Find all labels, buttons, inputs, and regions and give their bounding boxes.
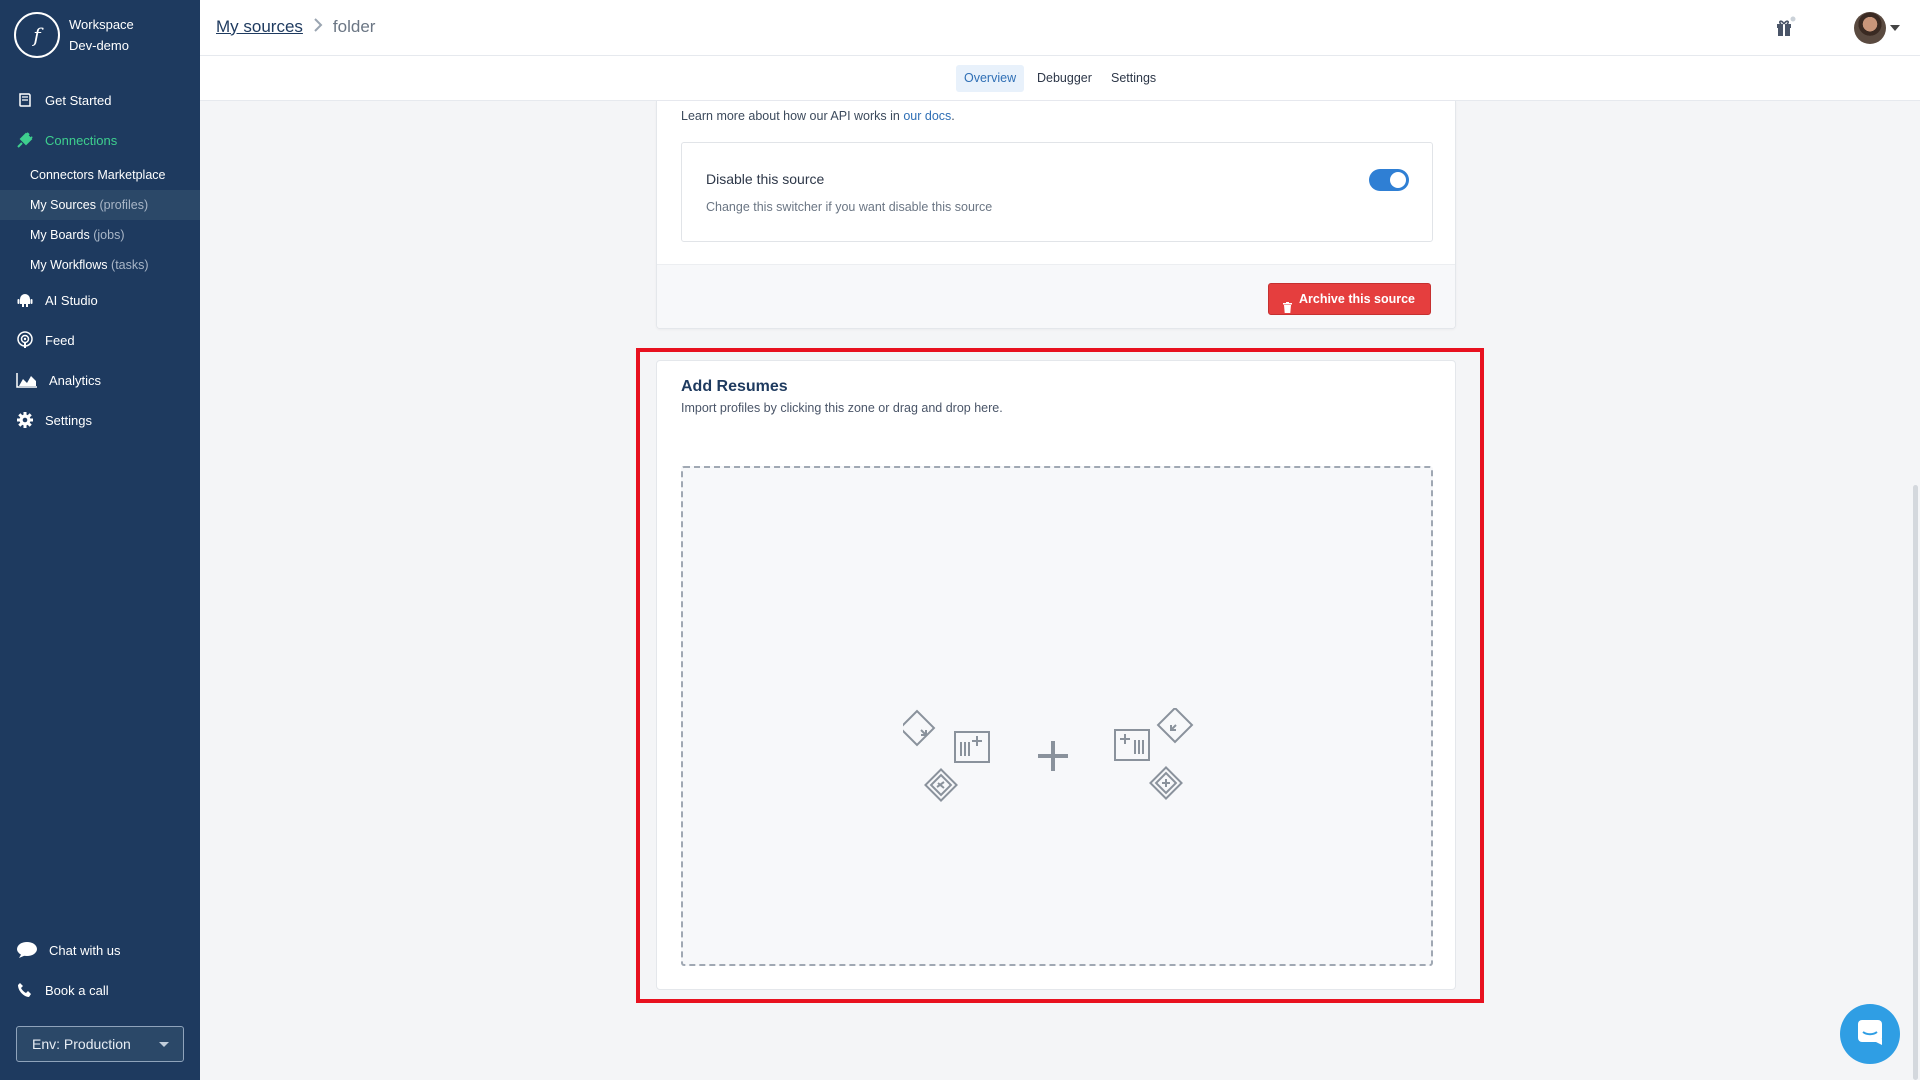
sidebar-item-analytics[interactable]: Analytics [16,371,101,389]
subitem-label: Connectors Marketplace [30,168,166,182]
android-icon [16,291,34,309]
disable-source-description: Change this switcher if you want disable… [706,200,993,214]
disable-source-panel: Disable this source Change this switcher… [681,142,1433,242]
workspace-switcher[interactable]: f Workspace Dev-demo [14,12,134,58]
sidebar-item-label: Connections [45,132,118,148]
sidebar: f Workspace Dev-demo Get Started Connect… [0,0,200,1080]
top-bar: My sources folder [200,0,1920,56]
tab-overview[interactable]: Overview [956,65,1025,92]
environment-value: Env: Production [32,1036,131,1052]
breadcrumb-link-my-sources[interactable]: My sources [216,17,303,37]
sidebar-subitem-connectors-marketplace[interactable]: Connectors Marketplace [0,160,200,190]
chevron-down-icon [159,1042,169,1047]
breadcrumb-current: folder [332,16,376,36]
scrollbar-thumb[interactable] [1913,485,1918,1080]
book-icon [16,91,34,109]
workspace-logo: f [14,12,60,58]
environment-select[interactable]: Env: Production [16,1026,184,1062]
toggle-knob [1390,172,1406,188]
api-docs-text: Learn more about how our API works in ou… [681,109,955,123]
avatar[interactable] [1854,12,1886,44]
card-footer: Archive this source [657,264,1455,328]
sidebar-item-ai-studio[interactable]: AI Studio [16,291,98,309]
disable-source-toggle[interactable] [1369,169,1409,191]
subitem-muted: (profiles) [99,198,149,212]
learn-suffix: . [951,109,955,123]
tab-bar: Overview Debugger Settings [200,56,1920,101]
sidebar-item-label: Analytics [49,372,102,388]
subitem-label: My Workflows [30,258,108,272]
source-settings-card: Learn more about how our API works in ou… [656,101,1456,329]
sidebar-subitem-my-workflows[interactable]: My Workflows (tasks) [0,250,200,280]
sidebar-item-label: Settings [45,412,92,428]
subitem-muted: (jobs) [93,228,125,242]
sidebar-chat-with-us[interactable]: Chat with us [16,941,121,959]
sidebar-item-settings[interactable]: Settings [16,411,92,429]
caret-down-icon[interactable] [1890,25,1900,31]
sidebar-item-label: Get Started [45,92,112,108]
archive-source-label: Archive this source [1298,292,1415,306]
gear-icon [16,411,34,429]
sidebar-book-a-call[interactable]: Book a call [16,981,109,999]
disable-source-title: Disable this source [706,171,825,187]
sidebar-item-label: Feed [45,332,75,348]
messenger-icon [1856,1018,1884,1051]
area-chart-icon [16,371,38,389]
trash-icon [1282,294,1292,313]
tab-settings[interactable]: Settings [1103,65,1164,92]
chat-icon [16,941,38,959]
sidebar-item-get-started[interactable]: Get Started [16,91,111,109]
breadcrumb: My sources folder [216,16,375,37]
podcast-icon [16,331,34,349]
tab-debugger[interactable]: Debugger [1029,65,1100,92]
sidebar-item-label: Chat with us [49,942,121,958]
subitem-label: My Sources [30,198,96,212]
workspace-line2: Dev-demo [69,38,129,53]
phone-icon [16,981,34,999]
gift-icon[interactable] [1774,16,1796,38]
sidebar-item-connections[interactable]: Connections [16,131,117,149]
sidebar-item-label: AI Studio [45,292,98,308]
subitem-muted: (tasks) [111,258,149,272]
workspace-name: Workspace Dev-demo [69,14,134,56]
sidebar-subitem-my-sources[interactable]: My Sources (profiles) [0,190,200,220]
sidebar-subitem-my-boards[interactable]: My Boards (jobs) [0,220,200,250]
workspace-line1: Workspace [69,17,134,32]
highlight-box [636,348,1484,1003]
plug-icon [16,131,34,149]
learn-prefix: Learn more about how our API works in [681,109,904,123]
archive-source-button[interactable]: Archive this source [1267,283,1431,315]
docs-link[interactable]: our docs [903,109,951,123]
subitem-label: My Boards [30,228,90,242]
sidebar-item-feed[interactable]: Feed [16,331,75,349]
chat-launcher-button[interactable] [1840,1004,1900,1064]
sidebar-item-label: Book a call [45,982,109,998]
chevron-right-icon [313,16,323,37]
